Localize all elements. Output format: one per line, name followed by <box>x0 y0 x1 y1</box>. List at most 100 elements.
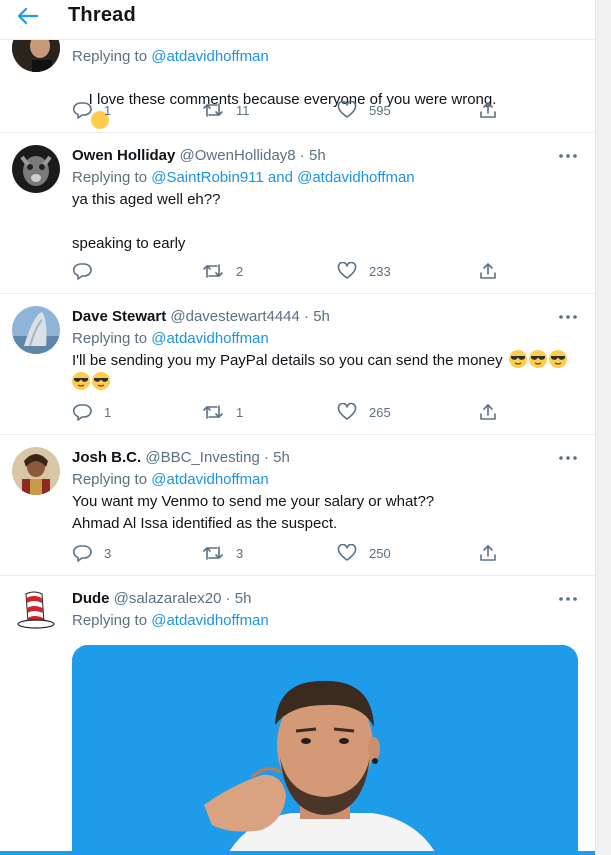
tweet-actions: 2 233 <box>72 262 502 282</box>
like-count: 595 <box>369 102 391 118</box>
tweet-text: ya this aged well eh?? speaking to early <box>72 191 221 252</box>
tweet-media-gif[interactable] <box>72 645 578 855</box>
avatar[interactable] <box>12 306 60 354</box>
share-button[interactable] <box>479 101 497 119</box>
heart-icon <box>337 544 357 561</box>
tweet-item[interactable]: Josh B.C. @BBC_Investing · 5h Replying t… <box>0 435 595 576</box>
author-name[interactable]: Dave Stewart <box>72 308 166 325</box>
share-icon <box>480 263 496 279</box>
author-line: Josh B.C. @BBC_Investing · 5h <box>72 449 290 466</box>
share-icon <box>480 404 496 420</box>
retweet-count: 2 <box>236 263 244 279</box>
reply-count: 1 <box>104 102 112 118</box>
author-handle[interactable]: @davestewart4444 · 5h <box>170 308 330 325</box>
replying-to-line: Replying to @atdavidhoffman <box>72 471 269 488</box>
author-name[interactable]: Dude <box>72 590 110 607</box>
reply-button[interactable] <box>72 262 104 280</box>
author-handle[interactable]: @OwenHolliday8 · 5h <box>180 147 326 164</box>
avatar-image <box>12 145 60 193</box>
author-line: Dave Stewart @davestewart4444 · 5h <box>72 308 330 325</box>
avatar[interactable] <box>12 588 60 636</box>
tweet-text: You want my Venmo to send me your salary… <box>72 493 435 532</box>
share-icon <box>480 102 496 118</box>
more-icon <box>559 456 577 460</box>
like-button[interactable]: 265 <box>337 403 391 421</box>
more-icon <box>559 154 577 158</box>
avatar-image <box>12 306 60 354</box>
author-handle[interactable]: @salazaralex20 · 5h <box>114 590 252 607</box>
replying-to-line: Replying to @SaintRobin911 and @atdavidh… <box>72 169 415 186</box>
retweet-button[interactable]: 3 <box>202 544 243 562</box>
tweet-item[interactable]: Dave Stewart @davestewart4444 · 5h Reply… <box>0 294 595 435</box>
sunglasses-emoji <box>72 372 90 390</box>
retweet-count: 3 <box>236 545 244 561</box>
sunglasses-emoji <box>548 350 567 368</box>
author-line: Owen Holliday @OwenHolliday8 · 5h <box>72 147 326 164</box>
mention-link[interactable]: @atdavidhoffman <box>151 48 269 65</box>
tweet-text: I'll be sending you my PayPal details so… <box>72 350 572 394</box>
tweet-actions: 3 3 250 <box>72 544 502 564</box>
reply-icon <box>72 404 92 421</box>
reply-button[interactable]: 1 <box>72 101 111 119</box>
tweet-actions: 1 11 595 <box>72 101 502 121</box>
share-button[interactable] <box>479 403 497 421</box>
retweet-button[interactable]: 11 <box>202 101 250 119</box>
reply-icon <box>72 102 92 119</box>
gif-image <box>72 645 578 855</box>
back-button[interactable] <box>14 4 42 28</box>
retweet-button[interactable]: 1 <box>202 403 243 421</box>
like-count: 250 <box>369 545 391 561</box>
avatar-image <box>12 588 60 636</box>
author-name[interactable]: Josh B.C. <box>72 449 141 466</box>
scrollbar[interactable] <box>595 0 611 855</box>
more-options-button[interactable] <box>556 148 580 164</box>
more-icon <box>559 597 577 601</box>
avatar[interactable] <box>12 447 60 495</box>
more-options-button[interactable] <box>556 591 580 607</box>
retweet-icon <box>203 264 223 278</box>
author-handle[interactable]: @BBC_Investing · 5h <box>145 449 289 466</box>
mention-link[interactable]: @atdavidhoffman <box>151 612 269 629</box>
more-icon <box>559 315 577 319</box>
replying-to-line: Replying to @atdavidhoffman <box>72 330 269 347</box>
bottom-accent-bar <box>0 851 595 855</box>
avatar[interactable] <box>12 145 60 193</box>
like-count: 265 <box>369 404 391 420</box>
reply-icon <box>72 545 92 562</box>
retweet-icon <box>203 405 223 419</box>
share-icon <box>480 545 496 561</box>
sunglasses-emoji <box>508 350 527 368</box>
replying-to-line: Replying to @atdavidhoffman <box>72 612 269 629</box>
share-button[interactable] <box>479 262 497 280</box>
sunglasses-emoji <box>92 372 110 390</box>
reply-icon <box>72 263 92 280</box>
mention-link[interactable]: @atdavidhoffman <box>151 471 269 488</box>
like-button[interactable]: 250 <box>337 544 391 562</box>
heart-icon <box>337 262 357 279</box>
share-button[interactable] <box>479 544 497 562</box>
like-count: 233 <box>369 263 391 279</box>
retweet-count: 11 <box>236 102 250 118</box>
more-options-button[interactable] <box>556 309 580 325</box>
more-options-button[interactable] <box>556 450 580 466</box>
mention-link[interactable]: @SaintRobin911 and @atdavidhoffman <box>151 169 414 186</box>
avatar-image <box>12 447 60 495</box>
reply-button[interactable]: 1 <box>72 403 111 421</box>
author-name[interactable]: Owen Holliday <box>72 147 175 164</box>
page-title: Thread <box>68 4 136 26</box>
retweet-icon <box>203 546 223 560</box>
replying-to-line: Replying to @atdavidhoffman <box>72 48 269 65</box>
sunglasses-emoji <box>528 350 547 368</box>
retweet-count: 1 <box>236 404 244 420</box>
reply-count: 1 <box>104 404 112 420</box>
like-button[interactable]: 233 <box>337 262 391 280</box>
heart-icon <box>337 101 357 118</box>
tweet-actions: 1 1 265 <box>72 403 502 423</box>
mention-link[interactable]: @atdavidhoffman <box>151 330 269 347</box>
like-button[interactable]: 595 <box>337 101 391 119</box>
arrow-left-icon <box>17 7 39 25</box>
retweet-button[interactable]: 2 <box>202 262 243 280</box>
reply-button[interactable]: 3 <box>72 544 111 562</box>
tweet-item[interactable]: Owen Holliday @OwenHolliday8 · 5h Replyi… <box>0 133 595 294</box>
reply-count: 3 <box>104 545 112 561</box>
